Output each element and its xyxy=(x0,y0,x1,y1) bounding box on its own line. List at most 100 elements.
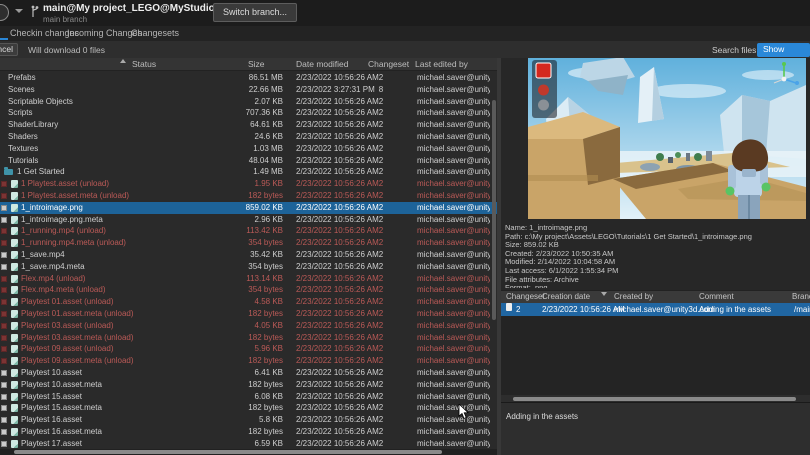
row-checkbox[interactable] xyxy=(1,264,7,270)
file-row[interactable]: Scriptable Objects2.07 KB2/23/2022 10:56… xyxy=(0,96,497,108)
file-name: Flex.mp4 (unload) xyxy=(21,273,85,285)
row-checkbox[interactable] xyxy=(1,323,7,329)
file-icon xyxy=(11,298,18,306)
details-panel: Name: 1_introimage.pngPath: c:\My projec… xyxy=(501,58,810,455)
file-row[interactable]: 1 Get Started1.49 MB2/23/2022 10:56:26 A… xyxy=(0,166,497,178)
row-checkbox[interactable] xyxy=(1,429,7,435)
column-status[interactable]: Status xyxy=(132,59,156,69)
changeset-comment-text: Adding in the assets xyxy=(506,412,578,421)
row-checkbox[interactable] xyxy=(1,193,7,199)
cs-column-created-by[interactable]: Created by xyxy=(614,292,653,301)
row-checkbox[interactable] xyxy=(1,276,7,282)
row-checkbox[interactable] xyxy=(1,382,7,388)
file-name: 1 Playtest.asset (unload) xyxy=(21,178,109,190)
account-avatar[interactable] xyxy=(0,4,9,21)
file-name: Playtest 03.asset (unload) xyxy=(21,320,114,332)
cancel-button[interactable]: Cancel xyxy=(0,43,18,56)
file-last-edited-by: michael.saver@unity3d.cor xyxy=(417,367,490,379)
file-row[interactable]: Playtest 16.asset5.8 KB2/23/2022 10:56:2… xyxy=(0,414,497,426)
file-row[interactable]: 1 Playtest.asset.meta (unload)182 bytes2… xyxy=(0,190,497,202)
file-size: 859.02 KB xyxy=(215,202,283,214)
row-checkbox[interactable] xyxy=(1,370,7,376)
row-checkbox[interactable] xyxy=(1,287,7,293)
changeset-row[interactable]: 2 2/23/2022 10:56:26 AM michael.saver@un… xyxy=(501,303,810,316)
file-row[interactable]: Playtest 09.asset (unload)5.96 KB2/23/20… xyxy=(0,343,497,355)
file-last-edited-by: michael.saver@unity3d.cor xyxy=(417,391,490,403)
file-row[interactable]: Playtest 01.asset.meta (unload)182 bytes… xyxy=(0,308,497,320)
column-date-modified[interactable]: Date modified xyxy=(296,59,348,69)
file-row[interactable]: 1_introimage.png.meta2.96 KB2/23/2022 10… xyxy=(0,214,497,226)
file-last-edited-by: michael.saver@unity3d.cor xyxy=(417,237,490,249)
file-row[interactable]: Scripts707.36 KB2/23/2022 10:56:26 AM2mi… xyxy=(0,107,497,119)
column-changeset[interactable]: Changeset xyxy=(368,59,409,69)
file-row[interactable]: Playtest 03.asset (unload)4.05 KB2/23/20… xyxy=(0,320,497,332)
file-row[interactable]: Playtest 16.asset.meta182 bytes2/23/2022… xyxy=(0,426,497,438)
row-checkbox[interactable] xyxy=(1,252,7,258)
file-row[interactable]: Textures1.03 MB2/23/2022 10:56:26 AM2mic… xyxy=(0,143,497,155)
changeset-table-header[interactable]: Changeset Creation date Created by Comme… xyxy=(501,290,810,303)
sort-ascending-icon[interactable] xyxy=(120,59,126,63)
file-row[interactable]: Flex.mp4.meta (unload)354 bytes2/23/2022… xyxy=(0,284,497,296)
sort-descending-icon[interactable] xyxy=(601,292,607,296)
file-changeset: 2 xyxy=(370,107,392,119)
row-checkbox[interactable] xyxy=(1,405,7,411)
file-row[interactable]: Playtest 09.asset.meta (unload)182 bytes… xyxy=(0,355,497,367)
file-date-modified: 2/23/2022 10:56:26 AM xyxy=(296,343,379,355)
file-row[interactable]: Scenes22.66 MB2/23/2022 3:27:31 PM8micha… xyxy=(0,84,497,96)
file-name: Scenes xyxy=(8,84,35,96)
chevron-down-icon[interactable] xyxy=(15,9,23,13)
branch-icon xyxy=(30,5,40,24)
file-row[interactable]: Playtest 17.asset6.59 KB2/23/2022 10:56:… xyxy=(0,438,497,450)
changeset-hscrollbar-track[interactable] xyxy=(501,395,810,402)
file-row[interactable]: Playtest 03.asset.meta (unload)182 bytes… xyxy=(0,332,497,344)
row-checkbox[interactable] xyxy=(1,299,7,305)
file-row[interactable]: Prefabs86.51 MB2/23/2022 10:56:26 AM2mic… xyxy=(0,72,497,84)
row-checkbox[interactable] xyxy=(1,311,7,317)
cs-column-branch[interactable]: Branch xyxy=(792,292,810,301)
row-checkbox[interactable] xyxy=(1,417,7,423)
row-checkbox[interactable] xyxy=(1,217,7,223)
row-checkbox[interactable] xyxy=(1,394,7,400)
row-checkbox[interactable] xyxy=(1,441,7,447)
file-row[interactable]: Flex.mp4 (unload)113.14 KB2/23/2022 10:5… xyxy=(0,273,497,285)
horizontal-scrollbar-thumb[interactable] xyxy=(14,450,442,454)
row-checkbox[interactable] xyxy=(1,335,7,341)
search-files-button[interactable]: Search files... xyxy=(712,45,764,55)
column-size[interactable]: Size xyxy=(248,59,265,69)
file-row[interactable]: 1_running.mp4.meta (unload)354 bytes2/23… xyxy=(0,237,497,249)
file-row[interactable]: 1_save.mp4.meta354 bytes2/23/2022 10:56:… xyxy=(0,261,497,273)
switch-branch-button[interactable]: Switch branch... xyxy=(213,3,297,22)
file-row[interactable]: Playtest 10.asset.meta182 bytes2/23/2022… xyxy=(0,379,497,391)
row-checkbox[interactable] xyxy=(1,181,7,187)
row-checkbox[interactable] xyxy=(1,358,7,364)
file-row[interactable]: 1_save.mp435.42 KB2/23/2022 10:56:26 AM2… xyxy=(0,249,497,261)
row-checkbox[interactable] xyxy=(1,205,7,211)
column-last-edited-by[interactable]: Last edited by xyxy=(415,59,468,69)
file-row[interactable]: 1_introimage.png859.02 KB2/23/2022 10:56… xyxy=(0,202,497,214)
file-row[interactable]: Shaders24.6 KB2/23/2022 10:56:26 AM2mich… xyxy=(0,131,497,143)
vertical-scrollbar[interactable] xyxy=(492,100,496,320)
show-details-button[interactable]: Show details xyxy=(757,43,810,57)
cs-column-creation-date[interactable]: Creation date xyxy=(542,292,590,301)
horizontal-scrollbar-track[interactable] xyxy=(0,449,497,455)
file-row[interactable]: 1_running.mp4 (unload)113.42 KB2/23/2022… xyxy=(0,225,497,237)
file-row[interactable]: ShaderLibrary64.61 KB2/23/2022 10:56:26 … xyxy=(0,119,497,131)
changeset-hscrollbar-thumb[interactable] xyxy=(513,397,796,401)
cs-column-comment[interactable]: Comment xyxy=(699,292,734,301)
file-table-header[interactable]: Status Size Date modified Changeset Last… xyxy=(0,58,497,71)
file-date-modified: 2/23/2022 10:56:26 AM xyxy=(296,143,379,155)
file-row[interactable]: Playtest 01.asset (unload)4.58 KB2/23/20… xyxy=(0,296,497,308)
tab-changesets[interactable]: Changesets xyxy=(131,28,179,38)
file-changeset: 2 xyxy=(370,249,392,261)
file-name: 1_introimage.png.meta xyxy=(21,214,103,226)
row-checkbox[interactable] xyxy=(1,228,7,234)
file-row[interactable]: 1 Playtest.asset (unload)1.95 KB2/23/202… xyxy=(0,178,497,190)
row-checkbox[interactable] xyxy=(1,346,7,352)
file-row[interactable]: Playtest 15.asset6.08 KB2/23/2022 10:56:… xyxy=(0,391,497,403)
file-changeset: 2 xyxy=(370,178,392,190)
row-checkbox[interactable] xyxy=(1,240,7,246)
file-row[interactable]: Playtest 10.asset6.41 KB2/23/2022 10:56:… xyxy=(0,367,497,379)
file-row[interactable]: Playtest 15.asset.meta182 bytes2/23/2022… xyxy=(0,402,497,414)
cs-column-changeset[interactable]: Changeset xyxy=(506,292,545,301)
file-row[interactable]: Tutorials48.04 MB2/23/2022 10:56:26 AM2m… xyxy=(0,155,497,167)
